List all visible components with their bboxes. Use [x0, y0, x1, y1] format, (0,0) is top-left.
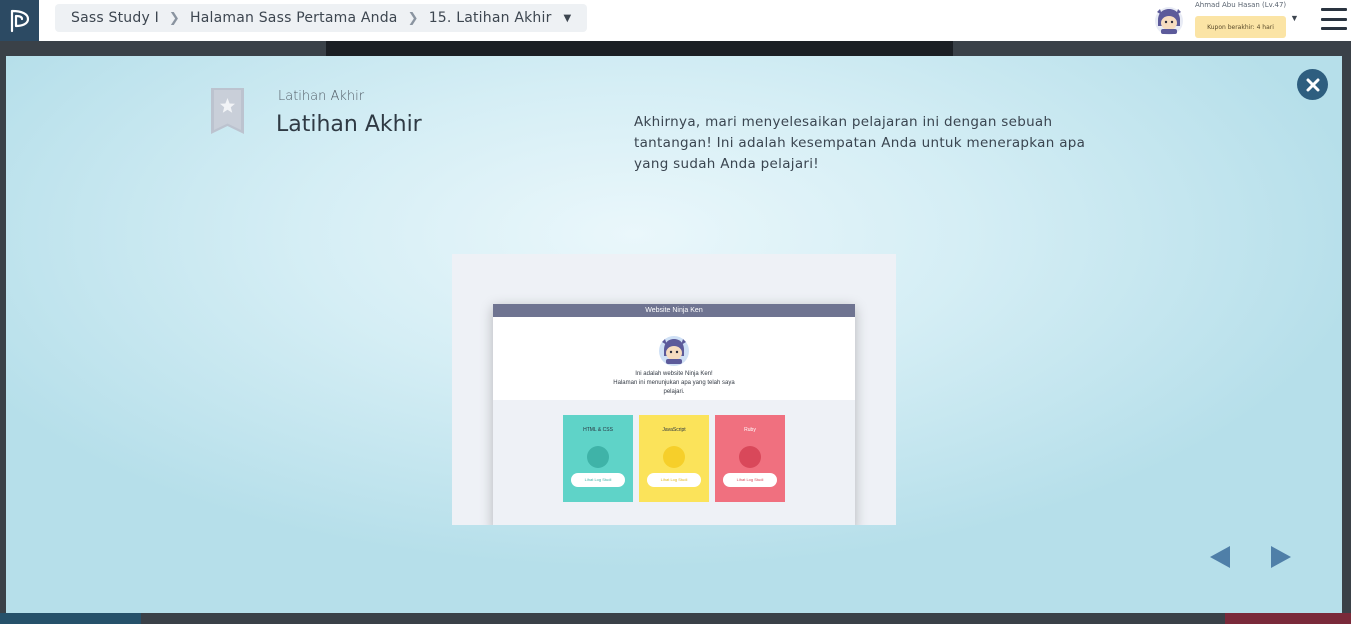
background-footer-right — [1225, 613, 1351, 624]
card-button: Lihat Log Studi — [723, 473, 777, 487]
lesson-label: Latihan Akhir — [278, 89, 365, 104]
avatar[interactable] — [1154, 6, 1184, 36]
coupon-badge: Kupon berakhir: 4 hari — [1195, 16, 1286, 38]
card-title: Ruby — [744, 427, 756, 433]
card-title: HTML & CSS — [583, 427, 613, 433]
hamburger-menu-icon[interactable] — [1321, 8, 1347, 30]
bookmark-star-icon — [211, 88, 244, 134]
lesson-description: Akhirnya, mari menyelesaikan pelajaran i… — [634, 114, 1086, 172]
breadcrumb-chapter[interactable]: Halaman Sass Pertama Anda — [190, 10, 398, 26]
ninja-avatar-icon — [659, 336, 689, 366]
card-ruby: Ruby Lihat Log Studi — [715, 415, 785, 502]
top-navbar: Sass Study I ❯ Halaman Sass Pertama Anda… — [0, 0, 1351, 41]
breadcrumb: Sass Study I ❯ Halaman Sass Pertama Anda… — [55, 4, 588, 32]
close-icon — [1306, 78, 1319, 91]
breadcrumb-lesson[interactable]: 15. Latihan Akhir — [429, 10, 552, 26]
card-button: Lihat Log Studi — [647, 473, 701, 487]
mini-intro-text: Ini adalah website Ninja Ken! Halaman in… — [493, 370, 855, 397]
ruby-icon — [739, 446, 761, 468]
slide-modal: Latihan Akhir Latihan Akhir Akhirnya, ma… — [6, 56, 1342, 613]
caret-down-icon[interactable]: ▼ — [564, 13, 572, 24]
mini-intro-line: pelajari. — [663, 389, 685, 395]
background-video-strip — [326, 41, 953, 56]
background-footer-left — [0, 613, 141, 624]
card-javascript: JavaScript Lihat Log Studi — [639, 415, 709, 502]
js-file-icon — [663, 446, 685, 468]
mini-intro-line: Halaman ini menunjukan apa yang telah sa… — [613, 380, 735, 386]
user-name[interactable]: Ahmad Abu Hasan (Lv.47) — [1195, 1, 1286, 9]
mini-intro-line: Ini adalah website Ninja Ken! — [635, 371, 713, 377]
card-title: JavaScript — [662, 427, 686, 433]
mini-cards-section: HTML & CSS Lihat Log Studi JavaScript Li… — [493, 400, 855, 525]
background-footer-mid — [141, 613, 1225, 624]
next-arrow-icon[interactable] — [1269, 545, 1293, 569]
chevron-right-icon: ❯ — [168, 10, 180, 26]
chevron-right-icon: ❯ — [407, 10, 419, 26]
monitor-icon — [587, 446, 609, 468]
prev-arrow-icon[interactable] — [1208, 545, 1232, 569]
mini-site-title: Website Ninja Ken — [493, 304, 855, 317]
breadcrumb-course[interactable]: Sass Study I — [71, 10, 159, 26]
preview-image: Website Ninja Ken Ini adalah website Nin… — [452, 254, 896, 525]
card-html-css: HTML & CSS Lihat Log Studi — [563, 415, 633, 502]
caret-down-icon[interactable]: ▼ — [1290, 13, 1299, 23]
card-button: Lihat Log Studi — [571, 473, 625, 487]
lesson-title: Latihan Akhir — [276, 112, 422, 137]
close-button[interactable] — [1297, 69, 1328, 100]
progate-logo-icon[interactable] — [0, 0, 39, 41]
mini-website: Website Ninja Ken Ini adalah website Nin… — [493, 304, 855, 525]
